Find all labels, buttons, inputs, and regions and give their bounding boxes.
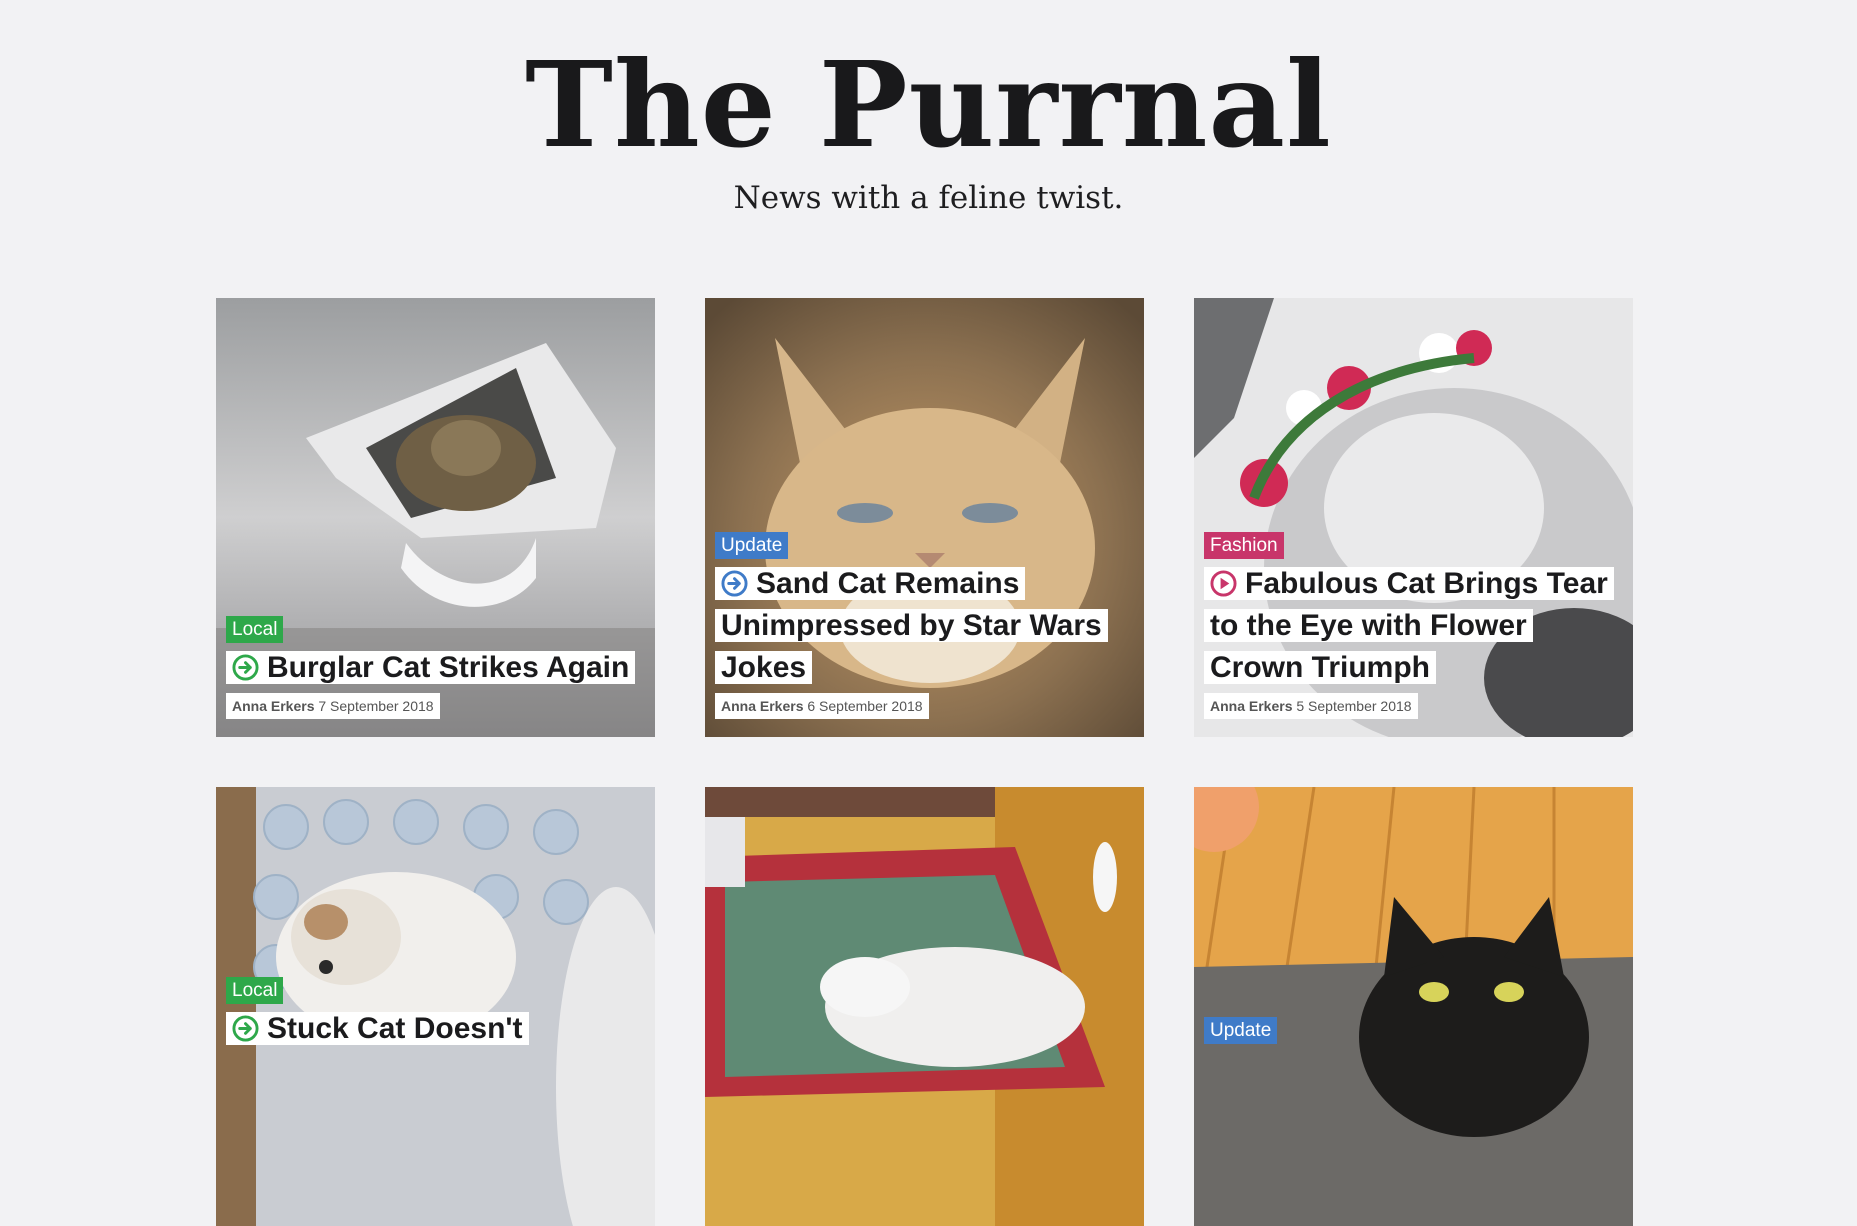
article-image[interactable] xyxy=(1194,787,1633,1226)
article-card[interactable]: Fashion Fabulous Cat Brings Tear to the … xyxy=(1194,298,1633,737)
article-body: Local Stuck Cat Doesn't xyxy=(226,977,645,1050)
article-grid: Local Burglar Cat Strikes Again Anna Erk… xyxy=(216,298,1634,1226)
article-date: 7 September 2018 xyxy=(318,698,434,714)
article-body: Fashion Fabulous Cat Brings Tear to the … xyxy=(1204,532,1623,719)
play-circle-icon xyxy=(1210,570,1237,597)
article-byline: Anna Erkers 5 September 2018 xyxy=(1204,693,1418,719)
category-badge[interactable]: Fashion xyxy=(1204,532,1284,559)
category-badge[interactable]: Local xyxy=(226,616,284,643)
headline-text: Stuck Cat Doesn't xyxy=(267,1012,523,1045)
article-body: Update xyxy=(1204,1017,1623,1048)
article-image[interactable] xyxy=(705,787,1144,1226)
article-card[interactable]: Update xyxy=(1194,787,1633,1226)
article-body: Local Burglar Cat Strikes Again Anna Erk… xyxy=(226,616,645,719)
arrow-right-circle-icon xyxy=(721,570,748,597)
site-title[interactable]: The Purrnal xyxy=(0,40,1857,170)
article-author[interactable]: Anna Erkers xyxy=(1210,698,1292,714)
article-card[interactable]: Local Stuck Cat Doesn't xyxy=(216,787,655,1226)
article-headline[interactable]: Sand Cat Remains Unimpressed by Star War… xyxy=(715,563,1134,689)
article-date: 6 September 2018 xyxy=(807,698,923,714)
article-byline: Anna Erkers 7 September 2018 xyxy=(226,693,440,719)
article-card[interactable] xyxy=(705,787,1144,1226)
article-card[interactable]: Update Sand Cat Remains Unimpressed by S… xyxy=(705,298,1144,737)
article-date: 5 September 2018 xyxy=(1296,698,1412,714)
article-body: Update Sand Cat Remains Unimpressed by S… xyxy=(715,532,1134,719)
article-author[interactable]: Anna Erkers xyxy=(232,698,314,714)
category-badge[interactable]: Local xyxy=(226,977,284,1004)
headline-text: Sand Cat Remains Unimpressed by Star War… xyxy=(721,567,1102,684)
category-badge[interactable]: Update xyxy=(1204,1017,1278,1044)
article-headline[interactable]: Burglar Cat Strikes Again xyxy=(226,647,645,689)
arrow-right-circle-icon xyxy=(232,1015,259,1042)
article-headline[interactable]: Fabulous Cat Brings Tear to the Eye with… xyxy=(1204,563,1623,689)
headline-text: Fabulous Cat Brings Tear to the Eye with… xyxy=(1210,567,1608,684)
category-badge[interactable]: Update xyxy=(715,532,789,559)
headline-text: Burglar Cat Strikes Again xyxy=(267,651,630,684)
article-author[interactable]: Anna Erkers xyxy=(721,698,803,714)
article-card[interactable]: Local Burglar Cat Strikes Again Anna Erk… xyxy=(216,298,655,737)
article-byline: Anna Erkers 6 September 2018 xyxy=(715,693,929,719)
site-tagline: News with a feline twist. xyxy=(733,180,1124,216)
arrow-right-circle-icon xyxy=(232,654,259,681)
